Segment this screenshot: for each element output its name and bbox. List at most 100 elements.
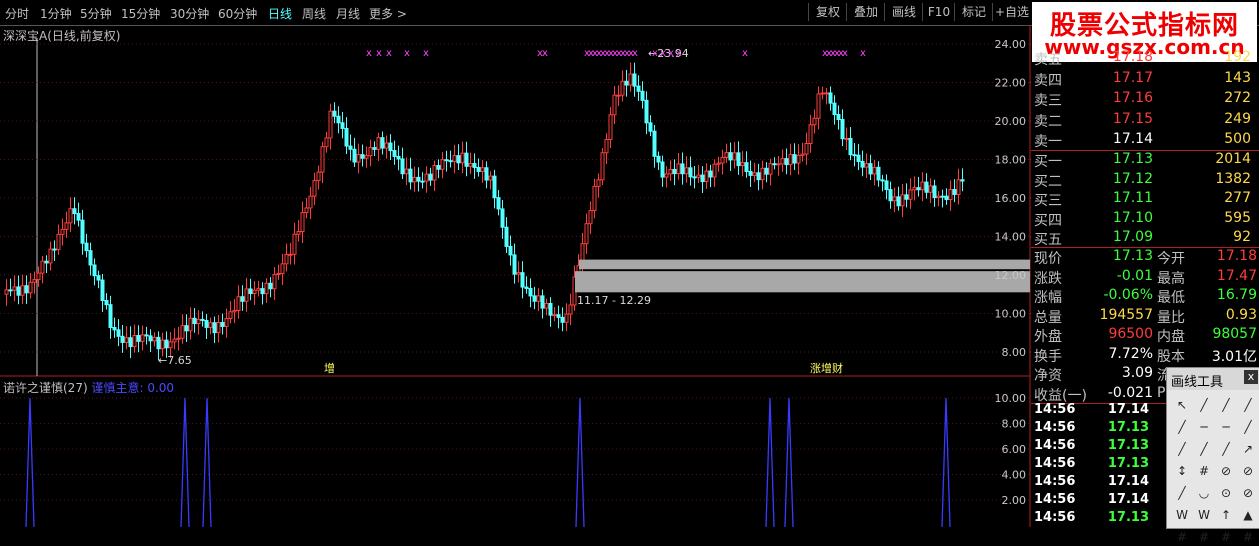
quote-label: 现价 bbox=[1034, 251, 1062, 267]
drawing-tool-title: 画线工具 bbox=[1171, 375, 1224, 390]
candle-body bbox=[68, 208, 73, 224]
candle-body bbox=[592, 185, 597, 212]
bid-volume: 92 bbox=[1233, 229, 1251, 245]
candle-body bbox=[624, 80, 629, 86]
quote-value: 98057 bbox=[1212, 326, 1257, 342]
ask-label: 卖五 bbox=[1034, 52, 1062, 68]
candle-body bbox=[216, 321, 221, 334]
drawing-tool-icon[interactable]: ╱ bbox=[1173, 440, 1191, 458]
drawing-tool-icon[interactable]: ─ bbox=[1217, 418, 1235, 436]
drawing-tool-icon[interactable]: ⊙ bbox=[1217, 484, 1235, 502]
candle-body bbox=[880, 179, 885, 182]
indicator-tick-label: 10.00 bbox=[995, 392, 1027, 405]
ask-volume: 272 bbox=[1224, 90, 1251, 106]
ask-row: 卖二 17.15 249 bbox=[1031, 111, 1259, 130]
candle-body bbox=[828, 92, 833, 104]
candle-body bbox=[204, 319, 209, 328]
candle-body bbox=[488, 175, 493, 181]
drawing-tool-icon[interactable]: ╱ bbox=[1195, 440, 1213, 458]
bid-label: 买四 bbox=[1034, 212, 1062, 229]
candle-body bbox=[724, 152, 729, 158]
drawing-tool-icon[interactable]: ↕ bbox=[1173, 462, 1191, 480]
drawing-tool-icon[interactable]: ↗ bbox=[1239, 440, 1257, 458]
drawing-tool-icon[interactable]: # bbox=[1195, 528, 1213, 546]
candle-body bbox=[156, 336, 161, 350]
drawing-tool-icon[interactable]: ╱ bbox=[1217, 440, 1235, 458]
signal-x-mark: x bbox=[860, 48, 866, 59]
drawing-tool-icon[interactable]: ╱ bbox=[1239, 396, 1257, 414]
candle-body bbox=[668, 168, 673, 175]
tick-row: 14:56 17.14 bbox=[1031, 492, 1171, 511]
candle-body bbox=[180, 325, 185, 339]
candle-body bbox=[444, 159, 449, 162]
candle-body bbox=[408, 168, 413, 183]
indicator-spike bbox=[180, 397, 190, 527]
quote-label: 最高 bbox=[1157, 270, 1185, 287]
drawing-tool-icon[interactable]: ⊘ bbox=[1239, 484, 1257, 502]
candle-body bbox=[712, 163, 717, 178]
candle-body bbox=[376, 137, 381, 150]
signal-x-mark: x bbox=[660, 48, 666, 59]
candle-body bbox=[676, 163, 681, 175]
indicator-spike bbox=[941, 397, 951, 527]
quote-label: 量比 bbox=[1157, 309, 1185, 326]
drawing-tool-icon[interactable]: W bbox=[1195, 506, 1213, 524]
drawing-tool-palette[interactable]: 画线工具 x ↖ ╱ ╱ ╱ ╱ ─ ─ ╱ ╱ ╱ ╱ ↗ ↕ # ⊘ ⊘ ╱ ◡ ⊙ ⊘ W W ↑ ▲ # # # # bbox=[1166, 367, 1259, 544]
candle-body bbox=[860, 160, 865, 168]
bid-volume: 1382 bbox=[1215, 170, 1251, 187]
ask-price: 17.15 bbox=[1112, 110, 1153, 127]
candle-body bbox=[920, 181, 925, 191]
candle-body bbox=[424, 173, 429, 182]
ask-row: 卖五 17.18 192 bbox=[1031, 49, 1259, 68]
drawing-tool-icon[interactable]: ─ bbox=[1195, 418, 1213, 436]
candle-body bbox=[160, 339, 165, 350]
candle-body bbox=[844, 137, 849, 140]
drawing-tool-icon[interactable]: ╱ bbox=[1173, 484, 1191, 502]
candle-body bbox=[512, 254, 517, 275]
tick-time: 14:56 bbox=[1034, 510, 1076, 525]
signal-x-mark: x bbox=[742, 48, 748, 59]
drawing-tool-icon[interactable]: # bbox=[1217, 528, 1235, 546]
drawing-tool-icon[interactable]: # bbox=[1173, 528, 1191, 546]
candle-body bbox=[404, 168, 409, 175]
bid-label: 买三 bbox=[1034, 193, 1062, 209]
candle-body bbox=[544, 302, 549, 309]
drawing-tool-icon[interactable]: ╱ bbox=[1195, 396, 1213, 414]
close-icon[interactable]: x bbox=[1244, 370, 1258, 384]
drawing-tool-icon[interactable]: ╱ bbox=[1217, 396, 1235, 414]
kline-chart[interactable]: 11.17 - 12.29←23.94←7.65增 涨增财x x x x x x x xxxxx… bbox=[0, 0, 1031, 527]
drawing-tool-icon[interactable]: ◡ bbox=[1195, 484, 1213, 502]
signal-x-mark: x bbox=[842, 48, 848, 59]
candle-body bbox=[560, 316, 565, 323]
candle-body bbox=[304, 207, 309, 214]
drawing-tool-icon[interactable]: ⊘ bbox=[1217, 462, 1235, 480]
drawing-tool-icon[interactable]: ⊘ bbox=[1239, 462, 1257, 480]
candle-body bbox=[556, 314, 561, 318]
tick-price: 17.13 bbox=[1107, 456, 1149, 471]
drawing-tool-icon[interactable]: ▲ bbox=[1239, 506, 1257, 524]
indicator-tick-label: 6.00 bbox=[1002, 443, 1027, 456]
candle-body bbox=[692, 176, 697, 179]
candle-body bbox=[944, 195, 949, 201]
candle-body bbox=[84, 242, 89, 252]
quote-value: 3.01亿 bbox=[1211, 348, 1257, 365]
ask-volume: 500 bbox=[1224, 131, 1251, 147]
candle-body bbox=[280, 263, 285, 275]
candle-body bbox=[360, 154, 365, 159]
candle-body bbox=[896, 196, 901, 207]
candle-body bbox=[420, 180, 425, 183]
drawing-tool-icon[interactable]: ╱ bbox=[1173, 418, 1191, 436]
candle-body bbox=[948, 189, 953, 201]
candle-body bbox=[508, 245, 513, 256]
candle-body bbox=[32, 279, 37, 283]
drawing-tool-icon[interactable]: # bbox=[1195, 462, 1213, 480]
quote-row: 涨幅 -0.06% 最低 16.79 bbox=[1031, 287, 1259, 306]
drawing-tool-icon[interactable]: ↑ bbox=[1217, 506, 1235, 524]
quote-label: 总量 bbox=[1034, 309, 1062, 326]
drawing-tool-icon[interactable]: ↖ bbox=[1173, 396, 1191, 414]
drawing-tool-icon[interactable]: W bbox=[1173, 506, 1191, 524]
candle-body bbox=[764, 167, 769, 175]
ask-row: 卖三 17.16 272 bbox=[1031, 90, 1259, 109]
drawing-tool-icon[interactable]: # bbox=[1239, 528, 1257, 546]
drawing-tool-icon[interactable]: ╱ bbox=[1239, 418, 1257, 436]
